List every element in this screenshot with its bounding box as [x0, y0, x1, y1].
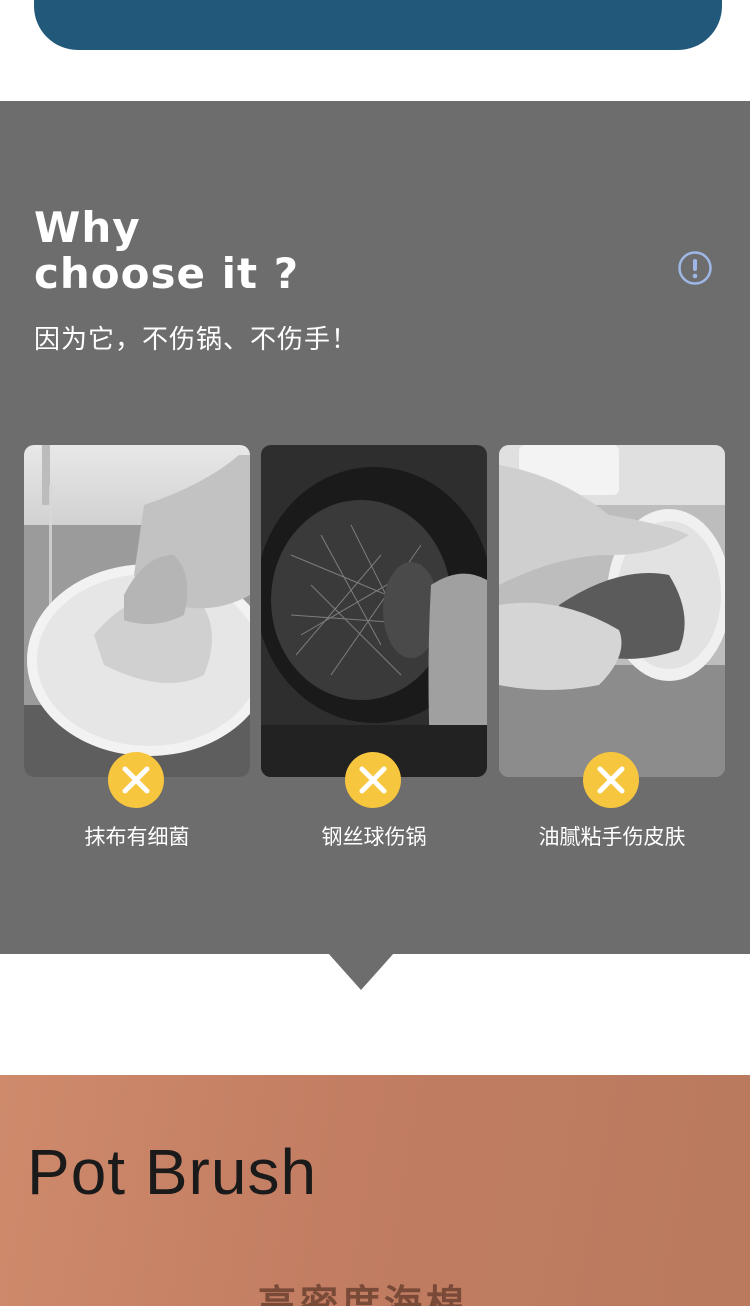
- card-label: 油腻粘手伤皮肤: [538, 825, 686, 849]
- x-icon: [583, 752, 639, 808]
- section-pointer-arrow: [328, 953, 394, 990]
- top-banner: [34, 0, 722, 50]
- product-subtitle: 高密度海棉: [258, 1282, 469, 1306]
- card-label: 抹布有细菌: [84, 825, 190, 849]
- why-title-line2: choose it ?: [34, 249, 300, 298]
- exclamation-circle-icon: [678, 251, 712, 285]
- why-title-line1: Why: [34, 203, 141, 252]
- x-icon: [108, 752, 164, 808]
- x-icon: [345, 752, 401, 808]
- why-choose-section: Why choose it ? 因为它，不伤锅、不伤手！ 抹布有细菌 钢丝球伤锅…: [0, 101, 750, 954]
- card-label: 钢丝球伤锅: [321, 825, 427, 849]
- card-image-cloth: [24, 445, 250, 777]
- why-subtitle: 因为它，不伤锅、不伤手！: [34, 325, 359, 355]
- product-title: Pot Brush: [27, 1136, 318, 1208]
- card-image-pan: [261, 445, 487, 777]
- card-image-sponge: [499, 445, 725, 777]
- product-section: Pot Brush 高密度海棉: [0, 1075, 750, 1306]
- why-title: Why choose it ?: [34, 205, 299, 297]
